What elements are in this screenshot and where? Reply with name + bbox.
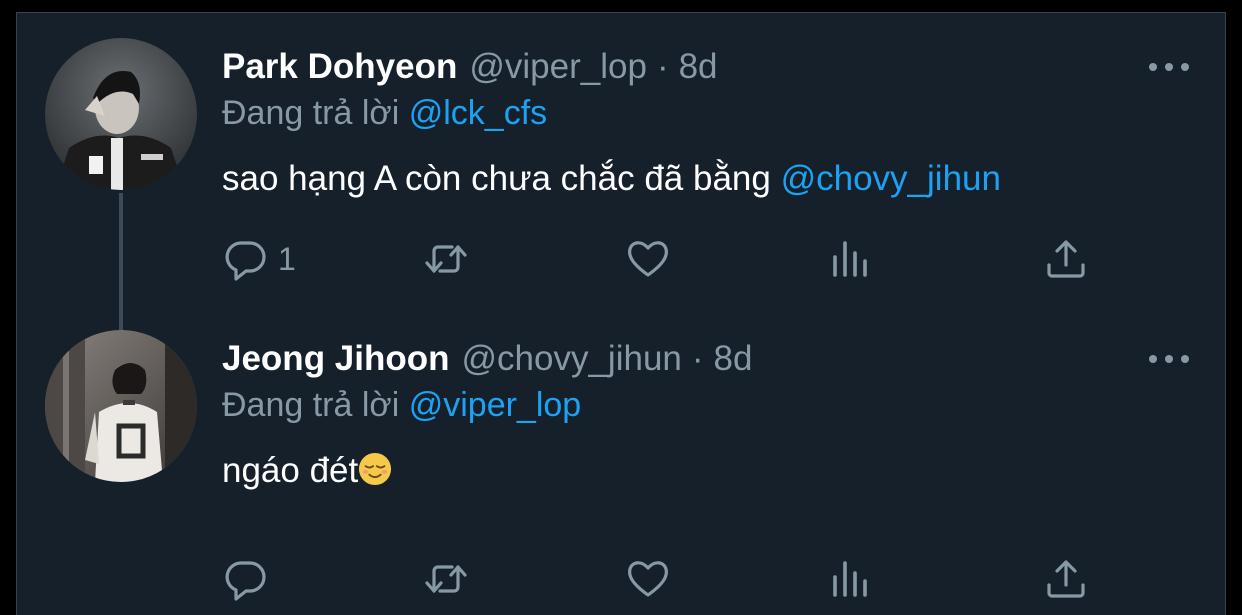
author-name[interactable]: Jeong Jihoon [222, 337, 450, 381]
tweet-mention-link[interactable]: @chovy_jihun [781, 159, 1001, 198]
author-handle[interactable]: @viper_lop [469, 45, 647, 89]
tweet-text: sao hạng A còn chưa chắc đã bằng @chovy_… [222, 155, 1001, 203]
reply-icon [225, 241, 266, 281]
reply-count: 1 [278, 241, 296, 277]
avatar[interactable] [45, 330, 197, 482]
avatar[interactable] [45, 38, 197, 190]
tweet-header: Jeong Jihoon @chovy_jihun · 8d [222, 337, 752, 381]
share-button[interactable] [1042, 555, 1090, 603]
more-icon[interactable] [1149, 349, 1189, 369]
reply-button[interactable]: 1 [222, 235, 296, 283]
stats-button[interactable] [825, 235, 873, 283]
tweet-text-content: ngáo đét [222, 451, 359, 490]
like-icon [628, 241, 668, 277]
retweet-button[interactable] [422, 555, 470, 603]
author-name[interactable]: Park Dohyeon [222, 45, 457, 89]
reply-button[interactable] [222, 555, 278, 603]
stats-button[interactable] [825, 555, 873, 603]
tweet-actions [222, 555, 1085, 603]
avatar-photo [45, 330, 197, 482]
replying-prefix: Đang trả lời [222, 386, 400, 424]
stats-icon [833, 561, 867, 597]
replying-mention-link[interactable]: @lck_cfs [409, 94, 547, 132]
stats-icon [833, 241, 867, 277]
like-button[interactable] [624, 555, 672, 603]
retweet-icon [425, 245, 467, 273]
tweet[interactable]: Park Dohyeon @viper_lop · 8d Đang trả lờ… [17, 13, 1225, 305]
tweet-thread-panel: Park Dohyeon @viper_lop · 8d Đang trả lờ… [16, 12, 1226, 615]
tweet-header: Park Dohyeon @viper_lop · 8d [222, 45, 718, 89]
tweet-text-content: sao hạng A còn chưa chắc đã bằng [222, 159, 771, 198]
share-icon [1047, 240, 1085, 278]
header-separator: · [691, 339, 704, 378]
header-separator: · [656, 47, 669, 86]
avatar-photo [45, 38, 197, 190]
like-icon [628, 561, 668, 597]
replying-prefix: Đang trả lời [222, 94, 400, 132]
retweet-button[interactable] [422, 235, 470, 283]
author-handle[interactable]: @chovy_jihun [462, 337, 682, 381]
more-icon[interactable] [1149, 57, 1189, 77]
replying-to: Đang trả lời @lck_cfs [222, 91, 547, 135]
relieved-face-emoji [359, 452, 392, 486]
tweet-time[interactable]: 8d [714, 337, 753, 381]
share-icon [1047, 560, 1085, 598]
tweet-text: ngáo đét [222, 447, 392, 495]
replying-mention-link[interactable]: @viper_lop [409, 386, 582, 424]
tweet-time[interactable]: 8d [679, 45, 718, 89]
replying-to: Đang trả lời @viper_lop [222, 383, 581, 427]
reply-icon [225, 561, 266, 601]
tweet[interactable]: Jeong Jihoon @chovy_jihun · 8d Đang trả … [17, 305, 1225, 615]
tweet-actions: 1 [222, 235, 1085, 283]
share-button[interactable] [1042, 235, 1090, 283]
like-button[interactable] [624, 235, 672, 283]
retweet-icon [425, 565, 467, 593]
